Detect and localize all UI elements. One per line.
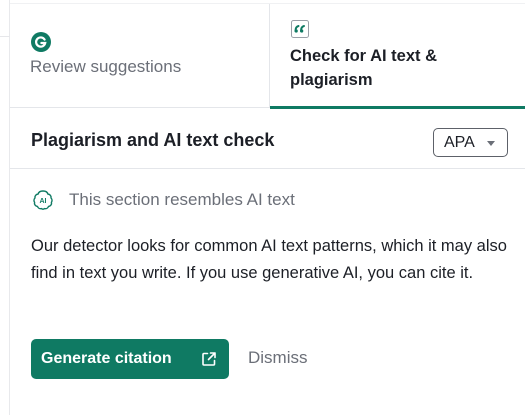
citation-style-select[interactable]: APA [433, 128, 508, 157]
tab-bar: Review suggestions Check for AI text & p… [10, 4, 525, 109]
grammarly-logo-icon [31, 32, 51, 52]
section-header: Plagiarism and AI text check APA [10, 108, 525, 169]
left-gutter [0, 0, 10, 415]
page-title: Plagiarism and AI text check [31, 130, 275, 150]
plagiarism-panel: Review suggestions Check for AI text & p… [0, 0, 525, 415]
quote-icon [291, 20, 309, 38]
tab-check-label: Check for AI text & plagiarism [290, 47, 438, 89]
generate-citation-button[interactable]: Generate citation [31, 339, 229, 379]
chevron-down-icon [487, 141, 495, 146]
citation-style-value: APA [444, 133, 475, 151]
tab-review-suggestions[interactable]: Review suggestions [10, 4, 269, 108]
dismiss-button[interactable]: Dismiss [248, 348, 308, 368]
external-link-icon [202, 352, 216, 366]
ai-notice-text: This section resembles AI text [69, 190, 295, 209]
tab-check-ai-plagiarism[interactable]: Check for AI text & plagiarism [269, 4, 525, 109]
ai-brain-icon: AI [33, 190, 53, 210]
generate-citation-label: Generate citation [41, 350, 172, 367]
svg-text:AI: AI [40, 198, 47, 205]
gutter-divider [0, 36, 10, 37]
ai-notice: AI This section resembles AI text [31, 186, 295, 214]
tab-review-label: Review suggestions [30, 57, 182, 76]
ai-detector-description: Our detector looks for common AI text pa… [31, 237, 507, 282]
